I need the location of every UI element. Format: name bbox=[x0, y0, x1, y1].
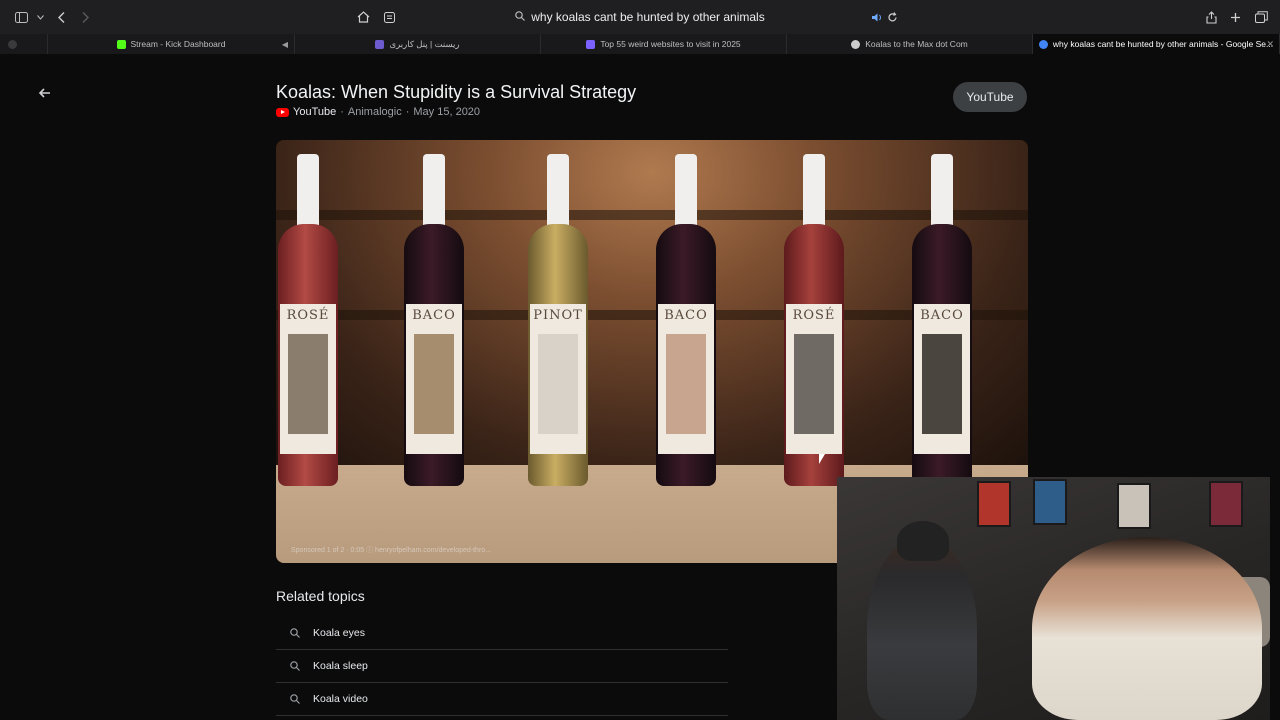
meta-separator: · bbox=[405, 106, 410, 118]
browser-toolbar: why koalas cant be hunted by other anima… bbox=[0, 0, 1280, 34]
sidebar-icon[interactable] bbox=[12, 8, 30, 26]
beanie bbox=[897, 521, 949, 561]
video-title[interactable]: Koalas: When Stupidity is a Survival Str… bbox=[276, 82, 636, 103]
wine-bottle: BACO bbox=[404, 154, 464, 486]
sponsored-label[interactable]: Sponsored 1 of 2 · 0:05 ⓘ henryofpelham.… bbox=[291, 545, 491, 555]
tab-label: ریسنت | پنل کاربری bbox=[389, 38, 460, 49]
related-topics-list: Koala eyes Koala sleep Koala video bbox=[276, 617, 728, 716]
address-bar[interactable]: why koalas cant be hunted by other anima… bbox=[380, 6, 900, 28]
related-topic-item[interactable]: Koala eyes bbox=[276, 617, 728, 650]
kick-favicon-icon bbox=[116, 39, 126, 49]
wall-poster bbox=[1033, 479, 1067, 525]
person-right bbox=[1032, 537, 1262, 720]
pinned-tab-icon bbox=[8, 39, 17, 49]
tab-koalas-to-the-max[interactable]: Koalas to the Max dot Com bbox=[787, 34, 1033, 54]
wall-poster bbox=[1117, 483, 1151, 529]
bottle-label: ROSÉ bbox=[792, 308, 836, 323]
tab-label: Koalas to the Max dot Com bbox=[865, 39, 968, 49]
tab-resent-panel[interactable]: ریسنت | پنل کاربری bbox=[295, 34, 541, 54]
search-icon bbox=[276, 628, 313, 638]
search-icon bbox=[515, 10, 526, 24]
wall-poster bbox=[977, 481, 1011, 527]
wine-bottle: PINOT bbox=[528, 154, 588, 486]
search-icon bbox=[276, 661, 313, 671]
tab-label: Stream - Kick Dashboard bbox=[130, 39, 226, 49]
related-topic-item[interactable]: Koala video bbox=[276, 683, 728, 716]
chevron-down-icon[interactable] bbox=[31, 8, 49, 26]
wine-bottle: BACO bbox=[656, 154, 716, 486]
tab-bar: Stream - Kick Dashboard ◀ ریسنت | پنل کا… bbox=[0, 34, 1280, 54]
close-icon[interactable]: ✕ bbox=[1266, 39, 1274, 50]
related-topic-label: Koala video bbox=[313, 693, 368, 705]
person-left bbox=[867, 537, 977, 720]
home-icon[interactable] bbox=[354, 8, 372, 26]
tab-label: Top 55 weird websites to visit in 2025 bbox=[600, 39, 741, 49]
bottle-label: BACO bbox=[412, 308, 456, 323]
open-youtube-button[interactable]: YouTube bbox=[953, 82, 1027, 112]
tab-weird-websites[interactable]: Top 55 weird websites to visit in 2025 bbox=[541, 34, 787, 54]
meta-separator: · bbox=[340, 106, 344, 118]
plus-icon[interactable] bbox=[1226, 8, 1244, 26]
related-topic-label: Koala eyes bbox=[313, 627, 365, 639]
video-date: May 15, 2020 bbox=[413, 106, 481, 118]
wine-bottle: ROSÉ bbox=[784, 154, 844, 486]
video-source: YouTube bbox=[293, 106, 337, 118]
video-meta: YouTube · Animalogic · May 15, 2020 bbox=[276, 106, 480, 118]
tab-label: why koalas cant be hunted by other anima… bbox=[1052, 39, 1274, 49]
back-arrow-icon[interactable] bbox=[36, 84, 54, 102]
tab-google-search[interactable]: why koalas cant be hunted by other anima… bbox=[1033, 34, 1280, 54]
bottle-label: PINOT bbox=[533, 308, 583, 323]
related-topic-item[interactable]: Koala sleep bbox=[276, 650, 728, 683]
share-icon[interactable] bbox=[1202, 8, 1220, 26]
reload-icon[interactable] bbox=[883, 8, 901, 26]
speaker-icon[interactable]: ◀ bbox=[282, 40, 288, 49]
wine-bottle: ROSÉ bbox=[278, 154, 338, 486]
search-icon bbox=[276, 694, 313, 704]
tab-kick-dashboard[interactable]: Stream - Kick Dashboard ◀ bbox=[48, 34, 295, 54]
webcam-overlay bbox=[837, 477, 1270, 720]
bottle-label: ROSÉ bbox=[286, 308, 330, 323]
youtube-logo-icon bbox=[276, 107, 289, 117]
back-arrow-icon[interactable] bbox=[52, 8, 70, 26]
bottle-label: BACO bbox=[920, 308, 964, 323]
bottle-label: BACO bbox=[664, 308, 708, 323]
tabs-overview-icon[interactable] bbox=[1252, 8, 1270, 26]
mouse-cursor-icon bbox=[819, 454, 825, 464]
video-channel: Animalogic bbox=[347, 106, 402, 118]
forward-arrow-icon[interactable] bbox=[76, 8, 94, 26]
related-topic-label: Koala sleep bbox=[313, 660, 368, 672]
weird-websites-favicon-icon bbox=[586, 39, 596, 49]
address-text: why koalas cant be hunted by other anima… bbox=[531, 10, 765, 24]
wine-bottle: BACO bbox=[912, 154, 972, 486]
google-favicon-icon bbox=[1038, 39, 1048, 49]
related-topics-heading: Related topics bbox=[276, 588, 365, 604]
koalas-favicon-icon bbox=[851, 39, 861, 49]
tab-pinned[interactable] bbox=[0, 34, 48, 54]
wall-poster bbox=[1209, 481, 1243, 527]
resent-favicon-icon bbox=[375, 39, 385, 49]
